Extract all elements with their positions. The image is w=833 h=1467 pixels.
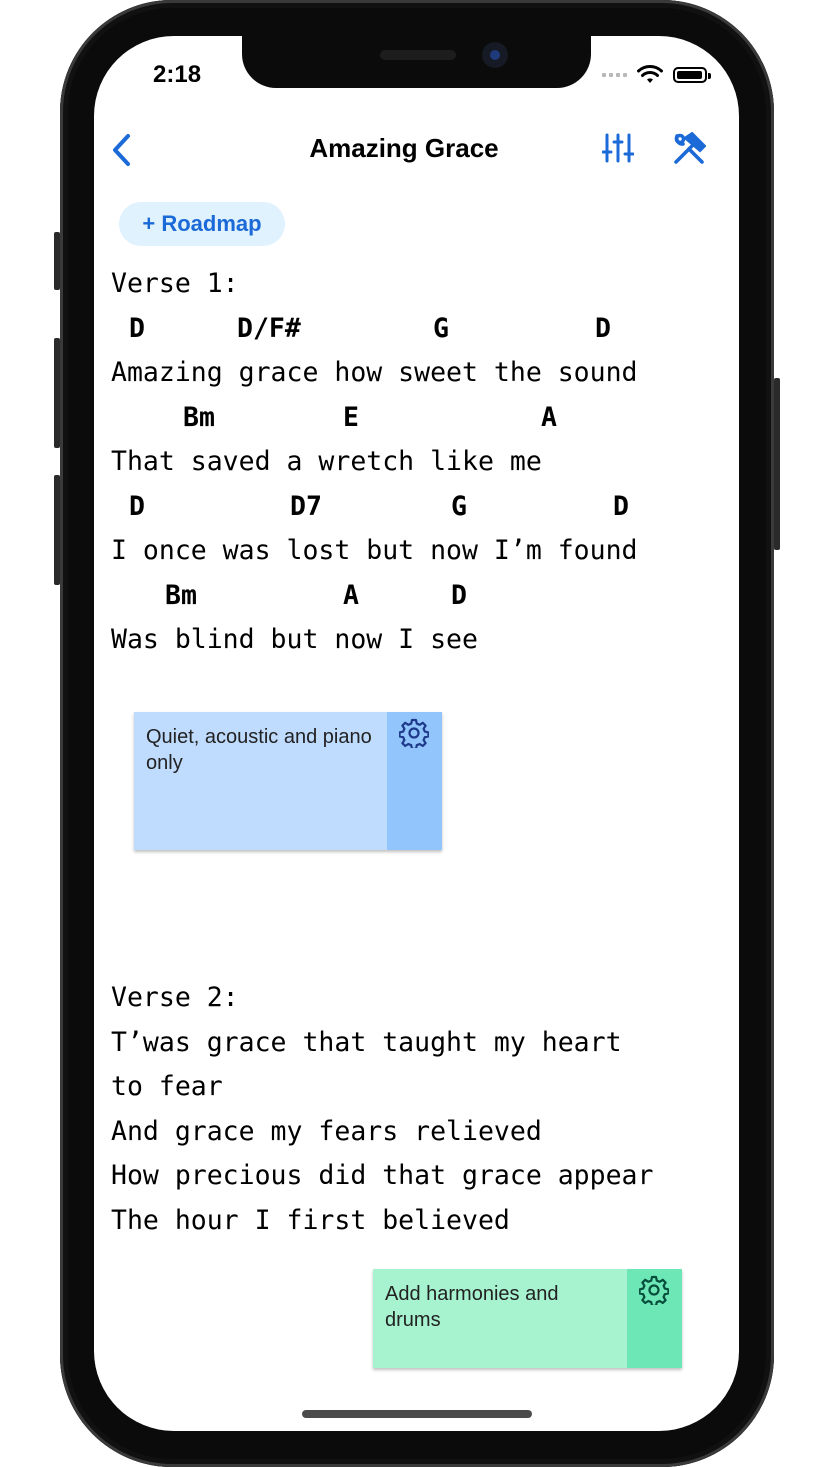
front-camera <box>482 42 508 68</box>
chord: Bm <box>165 580 197 611</box>
sticky-note-side <box>387 712 442 850</box>
status-time: 2:18 <box>153 61 202 88</box>
page-title: Amazing Grace <box>309 133 499 163</box>
lyric-line: The hour I first believed <box>111 1205 510 1236</box>
lyric-line: to fear <box>111 1071 223 1102</box>
tools-icon[interactable] <box>672 132 706 166</box>
sticky-note-text: Add harmonies and drums <box>385 1283 559 1331</box>
chord: D7 <box>290 491 322 522</box>
sticky-note-side <box>627 1269 682 1368</box>
sticky-note[interactable]: Quiet, acoustic and piano only <box>134 712 442 850</box>
chord: D <box>129 491 145 522</box>
chord: A <box>541 402 557 433</box>
gear-icon[interactable] <box>399 718 429 748</box>
chord: D <box>613 491 629 522</box>
lyric-line: Was blind but now I see <box>111 624 478 655</box>
lyric-line: How precious did that grace appear <box>111 1160 654 1191</box>
power-button <box>774 378 780 550</box>
chord: D <box>451 580 467 611</box>
wifi-icon <box>637 65 663 83</box>
lyric-line: I once was lost but now I’m found <box>111 535 638 566</box>
home-indicator[interactable] <box>302 1410 532 1418</box>
gear-icon[interactable] <box>639 1275 669 1305</box>
chord: E <box>343 402 359 433</box>
lyric-line: And grace my fears relieved <box>111 1116 542 1147</box>
cellular-signal-icon <box>602 73 627 77</box>
battery-icon <box>673 67 711 83</box>
sliders-icon[interactable] <box>602 132 634 164</box>
lyric-line: That saved a wretch like me <box>111 446 542 477</box>
chord: A <box>343 580 359 611</box>
lyric-line: T’was grace that taught my heart <box>111 1027 622 1058</box>
verse-1-heading: Verse 1: <box>111 268 239 299</box>
speaker <box>380 50 456 60</box>
chord: D <box>595 313 611 344</box>
lyric-line: Amazing grace how sweet the sound <box>111 357 638 388</box>
screen: 2:18 Amazing Grace + Roadmap Verse 1: D … <box>94 36 739 1431</box>
phone-frame: 2:18 Amazing Grace + Roadmap Verse 1: D … <box>60 0 774 1467</box>
chord: G <box>433 313 449 344</box>
verse-2-heading: Verse 2: <box>111 982 239 1013</box>
add-roadmap-button[interactable]: + Roadmap <box>119 202 285 246</box>
sticky-note[interactable]: Add harmonies and drums <box>373 1269 682 1368</box>
chord: G <box>451 491 467 522</box>
chord: D <box>129 313 145 344</box>
sticky-note-body: Add harmonies and drums <box>373 1269 627 1368</box>
sticky-note-text: Quiet, acoustic and piano only <box>146 726 372 774</box>
notch <box>242 36 591 88</box>
status-icons <box>602 63 711 87</box>
chord: D/F# <box>237 313 301 344</box>
back-chevron-icon[interactable] <box>106 132 142 168</box>
chord: Bm <box>183 402 215 433</box>
sticky-note-body: Quiet, acoustic and piano only <box>134 712 387 850</box>
